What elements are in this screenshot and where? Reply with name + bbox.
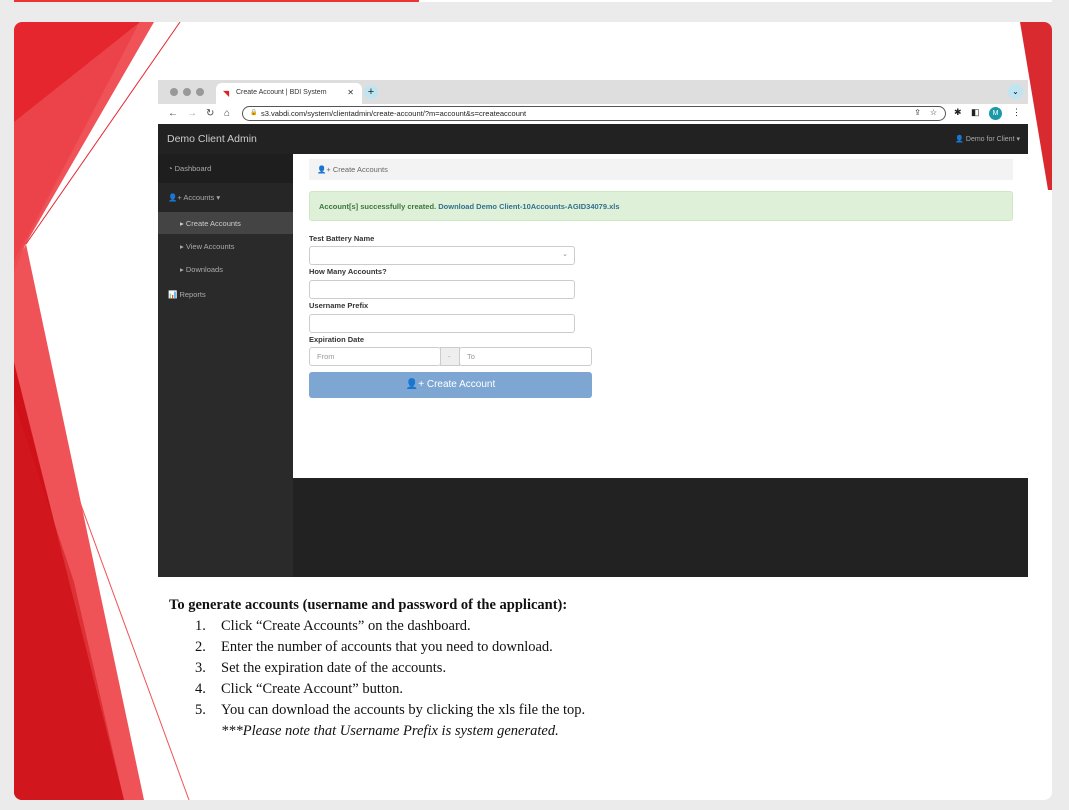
bar-chart-icon: 📊 — [168, 290, 180, 299]
extensions-icon[interactable]: ✱ — [954, 107, 962, 118]
expiration-to-input[interactable]: To — [459, 347, 592, 366]
expiration-label: Expiration Date — [309, 335, 365, 344]
list-item: 1. Click “Create Accounts” on the dashbo… — [195, 618, 471, 634]
prefix-label: Username Prefix — [309, 301, 369, 310]
user-plus-icon: 👤+ — [317, 165, 333, 174]
app-header: Demo Client Admin 👤 Demo for Client ▾ — [158, 124, 1028, 154]
sidebar-item-downloads[interactable]: ▸ Downloads — [158, 257, 293, 279]
sidebar-item-dashboard[interactable]: ◔ Dashboard — [158, 154, 293, 183]
forward-icon[interactable]: → — [187, 108, 197, 119]
share-icon[interactable]: ⇪ — [914, 108, 921, 117]
user-plus-icon: 👤+ — [405, 379, 427, 390]
tab-title: Create Account | BDI System — [236, 89, 327, 96]
sidebar-item-reports[interactable]: 📊 Reports — [158, 284, 293, 306]
brand-title[interactable]: Demo Client Admin — [167, 133, 257, 145]
list-item: 5. You can download the accounts by click… — [195, 702, 586, 718]
sidebar: ◔ Dashboard 👤+ Accounts ▾ ▸ Create Accou… — [158, 154, 293, 577]
list-item: 3. Set the expiration date of the account… — [195, 660, 447, 676]
success-alert: Account[s] successfully created. Downloa… — [309, 191, 1013, 221]
expiration-from-input[interactable]: From — [309, 347, 441, 366]
window-controls[interactable] — [170, 88, 204, 96]
note: ***Please note that Username Prefix is s… — [221, 723, 559, 739]
sidebar-item-create-accounts[interactable]: ▸ Create Accounts — [158, 212, 293, 234]
create-account-button[interactable]: 👤+ Create Account — [309, 372, 592, 398]
dashboard-icon: ◔ — [168, 164, 175, 173]
reload-icon[interactable]: ↻ — [206, 108, 214, 119]
test-battery-select[interactable]: ⌄ — [309, 246, 575, 265]
sidebar-item-view-accounts[interactable]: ▸ View Accounts — [158, 234, 293, 256]
list-item: 2. Enter the number of accounts that you … — [195, 639, 553, 655]
sidebar-item-accounts[interactable]: 👤+ Accounts ▾ — [158, 183, 293, 212]
list-item: 4. Click “Create Account” button. — [195, 681, 404, 697]
tab-search-button[interactable]: ⌄ — [1008, 84, 1023, 99]
battery-label: Test Battery Name — [309, 234, 375, 243]
user-plus-icon: 👤+ — [168, 193, 184, 202]
instructions-heading: To generate accounts (username and passw… — [169, 597, 568, 613]
new-tab-button[interactable]: + — [364, 85, 378, 99]
username-prefix-input[interactable] — [309, 314, 575, 333]
user-icon: 👤 — [955, 136, 966, 143]
slide: ◥ Create Account | BDI System ✕ + ⌄ ← → … — [14, 22, 1052, 800]
user-menu[interactable]: 👤 Demo for Client ▾ — [955, 135, 1020, 143]
url-input[interactable]: 🔒 s3.vabdi.com/system/clientadmin/create… — [242, 106, 946, 121]
main-content: 👤+ Create Accounts Account[s] successful… — [293, 154, 1028, 478]
date-separator: - — [440, 347, 460, 366]
account-count-input[interactable] — [309, 280, 575, 299]
profile-avatar[interactable]: M — [989, 107, 1002, 120]
chevron-down-icon: ⌄ — [562, 251, 568, 258]
download-xls-link[interactable]: Download Demo Client-10Accounts-AGID3407… — [438, 202, 619, 211]
browser-tab[interactable]: ◥ Create Account | BDI System ✕ — [216, 83, 362, 104]
breadcrumb: 👤+ Create Accounts — [309, 159, 1013, 180]
url-text: s3.vabdi.com/system/clientadmin/create-a… — [261, 109, 527, 118]
home-icon[interactable]: ⌂ — [224, 108, 230, 119]
address-bar-row: ← → ↻ ⌂ 🔒 s3.vabdi.com/system/clientadmi… — [158, 104, 1028, 124]
lock-icon: 🔒 — [250, 110, 258, 116]
instructions: To generate accounts (username and passw… — [169, 597, 585, 740]
back-icon[interactable]: ← — [168, 108, 178, 119]
bookmark-star-icon[interactable]: ☆ — [930, 108, 937, 117]
menu-kebab-icon[interactable]: ⋮ — [1012, 107, 1021, 118]
favicon-icon: ◥ — [223, 89, 230, 98]
previous-slide-edge — [14, 0, 1052, 2]
side-panel-icon[interactable]: ◧ — [971, 107, 980, 118]
tab-bar: ◥ Create Account | BDI System ✕ + ⌄ — [158, 80, 1028, 104]
browser-screenshot: ◥ Create Account | BDI System ✕ + ⌄ ← → … — [158, 80, 1028, 577]
close-tab-icon[interactable]: ✕ — [347, 88, 354, 97]
count-label: How Many Accounts? — [309, 267, 387, 276]
